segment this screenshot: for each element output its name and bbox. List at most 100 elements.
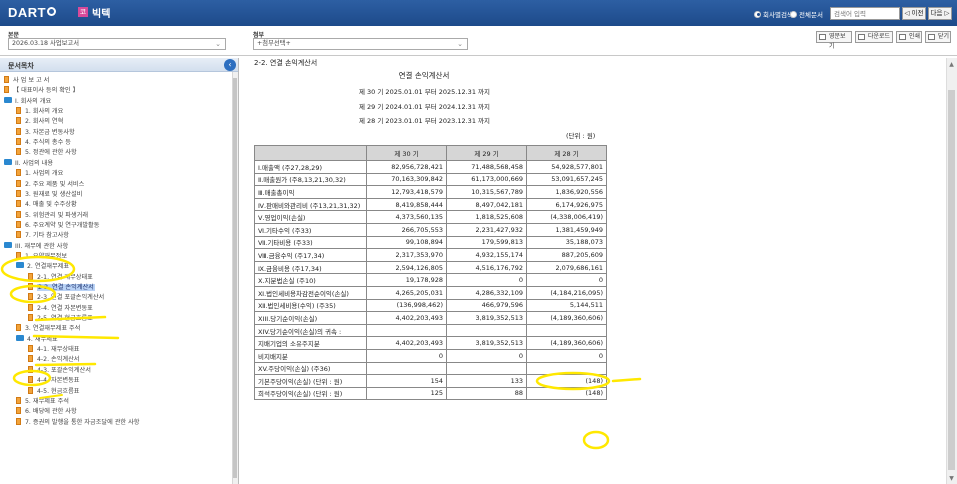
- collapse-sidebar-icon[interactable]: ‹: [224, 59, 236, 71]
- toc-item[interactable]: 6. 배당에 관한 사항: [16, 407, 77, 417]
- document-icon: [16, 169, 21, 177]
- toc-item[interactable]: 4-5. 현금흐름표: [28, 386, 80, 397]
- radio-company-search[interactable]: 회사별검색: [754, 9, 793, 19]
- toc-item[interactable]: 사 업 보 고 서: [4, 76, 49, 86]
- toc-item[interactable]: 5. 위험관리 및 파생거래: [16, 210, 89, 221]
- document-icon: [28, 345, 33, 353]
- toc-item-label: 2. 연결재무제표: [27, 263, 70, 271]
- table-row: Ⅸ.금융비용 (주17,34) 2,594,126,805 4,516,176,79…: [254, 260, 607, 275]
- account-name-cell: Ⅻ.법인세비용(수익) (주35): [254, 298, 367, 313]
- toc-item-label: 5. 재무제표 주석: [25, 397, 69, 405]
- toc-item[interactable]: 7. 증권의 발행을 통한 자금조달에 관한 사항: [16, 417, 139, 428]
- english-view-button[interactable]: 영문보기: [816, 31, 852, 50]
- print-button[interactable]: 인쇄: [896, 31, 922, 43]
- amount-cell: 2,231,427,932: [446, 222, 527, 237]
- scroll-up-icon[interactable]: ▲: [947, 60, 956, 69]
- toc-item-label: 2-2. 연결 손익계산서: [37, 284, 95, 291]
- content-scroll-thumb[interactable]: [948, 90, 955, 470]
- search-input[interactable]: [830, 7, 900, 20]
- account-name-cell: 지배기업의 소유주지분: [254, 336, 367, 350]
- toc-item[interactable]: 2-3. 연결 포괄손익계산서: [28, 293, 104, 303]
- toc-item[interactable]: 6. 주요계약 및 연구개발활동: [16, 220, 99, 231]
- toc-item[interactable]: 3. 원재료 및 생산설비: [16, 189, 83, 200]
- toc-item[interactable]: 4-3. 포괄손익계산서: [28, 365, 91, 376]
- toc-item-label: 5. 위험관리 및 파생거래: [25, 211, 89, 219]
- company-badge: 코: [78, 7, 88, 17]
- toc-item-label: 3. 연결재무제표 주석: [25, 325, 81, 333]
- toc-item[interactable]: 2-2. 연결 손익계산서: [28, 283, 95, 293]
- table-row: Ⅺ.법인세비용차감전순이익(손실) 4,265,205,031 4,286,332,…: [254, 285, 607, 300]
- toc-item[interactable]: 4-2. 손익계산서: [28, 355, 80, 365]
- radio-selected-icon: [754, 10, 761, 18]
- table-row: XIII.당기순이익(손실) 4,402,203,493 3,819,352,513…: [254, 311, 607, 325]
- prev-button[interactable]: ◁ 이전: [902, 7, 926, 20]
- attachment-select[interactable]: +첨부선택+ ⌄: [253, 38, 468, 50]
- document-icon: [16, 189, 21, 197]
- toc-item[interactable]: 2. 주요 제품 및 서비스: [16, 179, 84, 190]
- document-viewer: 2-2. 연결 손익계산서 연결 손익계산서 제 30 기 2025.01.01…: [243, 58, 947, 484]
- amount-cell: 12,793,418,579: [366, 185, 447, 199]
- table-row: Ⅵ.기타수익 (주33) 266,705,553 2,231,427,932 1,38…: [254, 222, 607, 237]
- amount-cell: 19,178,928: [366, 273, 447, 287]
- toc-item[interactable]: 2-4. 연결 자본변동표: [28, 303, 93, 314]
- toc-item[interactable]: 1. 요약재무정보: [16, 251, 67, 262]
- toc-item[interactable]: III. 재무에 관한 사항: [4, 241, 68, 252]
- toc-item[interactable]: 5. 재무제표 주석: [16, 396, 69, 407]
- toc-item[interactable]: 4-4. 자본변동표: [28, 376, 80, 386]
- toc-item[interactable]: 2-1. 연결 재무상태표: [28, 272, 93, 283]
- account-name-cell: Ⅳ.판매비와관리비 (주13,21,31,32): [254, 197, 367, 212]
- amount-cell: 4,516,176,792: [446, 260, 527, 275]
- radio-all-documents[interactable]: 전체문서: [790, 9, 823, 19]
- document-icon: [16, 117, 21, 125]
- amount-cell: 4,373,560,135: [366, 210, 447, 224]
- dart-logo[interactable]: DART: [8, 5, 57, 20]
- toc-item[interactable]: 5. 정관에 관한 사항: [16, 148, 77, 158]
- close-button[interactable]: 닫기: [925, 31, 951, 43]
- toc-item-label: 2-4. 연결 자본변동표: [37, 304, 93, 312]
- chevron-down-icon: ⌄: [215, 40, 221, 48]
- toc-item[interactable]: 2. 회사의 연혁: [16, 117, 63, 127]
- folder-icon: [16, 334, 24, 341]
- next-button[interactable]: 다음 ▷: [928, 7, 952, 20]
- toc-item[interactable]: 4. 매출 및 수주상황: [16, 200, 77, 210]
- amount-cell: 466,979,596: [446, 298, 527, 313]
- amount-cell: 266,705,553: [366, 222, 447, 237]
- toc-item[interactable]: 1. 회사의 개요: [16, 107, 63, 117]
- scroll-down-icon[interactable]: ▼: [947, 474, 956, 483]
- toc-header: 문서목차 ‹: [0, 58, 238, 72]
- document-icon: [16, 417, 21, 425]
- toc-item-label: 3. 원재료 및 생산설비: [25, 190, 83, 198]
- toc-item[interactable]: I. 회사의 개요: [4, 96, 51, 107]
- toc-item-label: 5. 정관에 관한 사항: [25, 149, 77, 157]
- sidebar-scroll-thumb[interactable]: [233, 78, 237, 478]
- document-icon: [16, 220, 21, 228]
- account-name-cell: Ⅵ.기타수익 (주33): [254, 222, 367, 237]
- main-doc-select[interactable]: 2026.03.18 사업보고서 ⌄: [8, 38, 226, 50]
- toc-item[interactable]: 3. 자본금 변동사항: [16, 127, 75, 138]
- download-button[interactable]: 다운로드: [855, 31, 893, 43]
- toc-item[interactable]: 4. 주식의 총수 등: [16, 138, 71, 148]
- table-row: Ⅶ.기타비용 (주33) 99,108,894 179,599,813 35,188,…: [254, 235, 607, 250]
- amount-cell: 2,594,126,805: [366, 260, 447, 275]
- toc-item[interactable]: 3. 연결재무제표 주석: [16, 324, 80, 334]
- toc-item[interactable]: II. 사업의 내용: [4, 158, 53, 169]
- account-name-cell: XIV.당기순이익(손실)의 귀속 :: [254, 323, 367, 338]
- toc-item[interactable]: 4-1. 재무상태표: [28, 345, 80, 355]
- toc-item[interactable]: 7. 기타 참고사항: [16, 231, 69, 241]
- amount-cell: 4,265,205,031: [366, 285, 447, 300]
- amount-cell: 2,079,686,161: [526, 260, 607, 275]
- toc-title: 문서목차: [8, 62, 34, 70]
- toc-item[interactable]: 1. 사업의 개요: [16, 169, 63, 179]
- amount-cell: 35,188,073: [526, 235, 607, 250]
- account-name-cell: XV.주당이익(손실) (주36): [254, 361, 367, 376]
- toc-item[interactable]: 2-5. 연결 현금흐름표: [28, 314, 93, 324]
- amount-cell: 1,381,459,949: [526, 222, 607, 237]
- toc-item[interactable]: 2. 연결재무제표: [16, 262, 69, 272]
- document-icon: [28, 365, 33, 373]
- amount-cell: [366, 361, 447, 376]
- table-header-cell: [254, 145, 367, 161]
- toc-item[interactable]: 4. 재무제표: [16, 334, 58, 345]
- toc-item-label: 4-2. 손익계산서: [37, 356, 80, 364]
- toc-item[interactable]: 【 대표이사 등의 확인 】: [4, 86, 79, 96]
- account-name-cell: XIII.당기순이익(손실): [254, 311, 367, 325]
